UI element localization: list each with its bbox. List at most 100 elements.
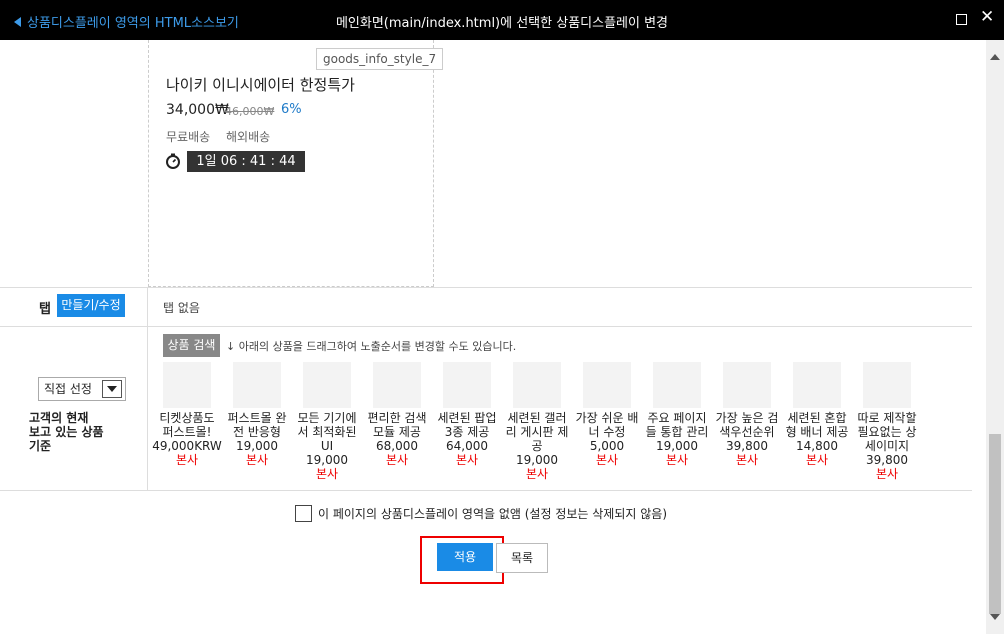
product-item[interactable]: 가장 높은 검 색우선순위 39,800 본사 <box>712 362 782 467</box>
product-name-line: 리 게시판 제 <box>505 425 569 439</box>
product-item[interactable]: 편리한 검색 모듈 제공 68,000 본사 <box>362 362 432 467</box>
product-price: 49,000KRW <box>152 439 222 453</box>
product-thumbnail <box>373 362 421 408</box>
product-name-line: 들 통합 관리 <box>645 425 709 439</box>
product-name-line: 필요없는 상 <box>857 425 917 439</box>
remove-display-option[interactable]: 이 페이지의 상품디스플레이 영역을 없앰 (설정 정보는 삭제되지 않음) <box>295 505 667 522</box>
remove-display-label: 이 페이지의 상품디스플레이 영역을 없앰 (설정 정보는 삭제되지 않음) <box>318 507 668 521</box>
product-price: 19,000 <box>656 439 698 453</box>
divider <box>0 287 972 288</box>
chevron-down-icon <box>102 380 122 398</box>
vertical-scrollbar[interactable] <box>986 40 1004 634</box>
product-search-button[interactable]: 상품 검색 <box>163 334 220 357</box>
preview-discount: 6% <box>281 102 302 117</box>
stopwatch-icon <box>166 153 180 169</box>
product-thumbnail <box>723 362 771 408</box>
product-price: 64,000 <box>446 439 488 453</box>
close-icon[interactable]: ✕ <box>980 9 994 26</box>
product-name-line: 퍼스트몰! <box>162 425 212 439</box>
product-name-line: 서 최적화된 <box>297 425 357 439</box>
divider <box>0 490 972 491</box>
product-name-line: 가장 쉬운 배 <box>575 411 639 425</box>
product-price: 39,800 <box>866 453 908 467</box>
product-price: 14,800 <box>796 439 838 453</box>
product-price: 19,000 <box>306 453 348 467</box>
list-button[interactable]: 목록 <box>496 543 548 573</box>
dropdown-value: 직접 선정 <box>44 382 92 396</box>
remove-display-checkbox[interactable] <box>295 505 312 522</box>
product-name-line: 편리한 검색 <box>367 411 427 425</box>
window-titlebar: 상품디스플레이 영역의 HTML소스보기 메인화면(main/index.htm… <box>0 0 1004 40</box>
product-name-line: 세련된 혼합 <box>787 411 847 425</box>
product-selection-dropdown[interactable]: 직접 선정 <box>38 377 126 401</box>
window-title: 메인화면(main/index.html)에 선택한 상품디스플레이 변경 <box>335 16 669 31</box>
product-thumbnail <box>233 362 281 408</box>
product-seller: 본사 <box>805 453 829 467</box>
product-item[interactable]: 따로 제작할 필요없는 상 세이미지 39,800 본사 <box>852 362 922 481</box>
preview-free-shipping: 무료배송 <box>166 130 211 144</box>
product-item[interactable]: 퍼스트몰 완전 반응형 19,000 본사 <box>222 362 292 467</box>
preview-original-price: 46,000₩ <box>225 105 275 118</box>
product-seller: 본사 <box>735 453 759 467</box>
divider <box>147 326 148 490</box>
dialog-content: goods_info_style_7 나이키 이니시에이터 한정특가 34,00… <box>0 40 986 634</box>
product-name-line: 티켓상품도 <box>159 411 215 425</box>
preview-product-name: 나이키 이니시에이터 한정특가 <box>166 76 355 94</box>
preview-overseas-shipping: 해외배송 <box>226 130 271 144</box>
product-seller: 본사 <box>385 453 409 467</box>
product-item[interactable]: 모든 기기에 서 최적화된 UI 19,000 본사 <box>292 362 362 481</box>
product-name-line: 형 배너 제공 <box>785 425 849 439</box>
product-thumbnail <box>303 362 351 408</box>
product-name-line: 따로 제작할 <box>857 411 917 425</box>
product-name-line: 퍼스트몰 완 <box>227 411 287 425</box>
product-name-line: 가장 높은 검 <box>715 411 779 425</box>
product-seller: 본사 <box>315 467 339 481</box>
criteria-line: 고객의 현재 <box>29 411 89 425</box>
product-name-line: 3종 제공 <box>444 425 490 439</box>
criteria-line: 보고 있는 상품 <box>29 425 104 439</box>
product-seller: 본사 <box>595 453 619 467</box>
product-name-line: 모듈 제공 <box>373 425 421 439</box>
maximize-icon[interactable] <box>956 14 967 25</box>
product-name-line: UI <box>320 439 334 453</box>
product-price: 19,000 <box>236 439 278 453</box>
product-thumbnail <box>653 362 701 408</box>
scroll-down-icon[interactable] <box>990 614 1000 620</box>
product-thumbnail <box>513 362 561 408</box>
product-seller: 본사 <box>525 467 549 481</box>
product-thumbnail <box>863 362 911 408</box>
countdown-timer: 1일 06 : 41 : 44 <box>187 151 305 172</box>
style-name-label: goods_info_style_7 <box>316 48 444 70</box>
product-seller: 본사 <box>175 453 199 467</box>
divider <box>147 287 148 326</box>
product-item[interactable]: 가장 쉬운 배너 수정 5,000 본사 <box>572 362 642 467</box>
apply-button[interactable]: 적용 <box>437 543 493 571</box>
product-item[interactable]: 세련된 갤러 리 게시판 제 공 19,000 본사 <box>502 362 572 481</box>
product-name-line: 너 수정 <box>588 425 626 439</box>
product-name-line: 공 <box>531 439 543 453</box>
preview-price: 34,000₩ <box>166 102 229 118</box>
scroll-up-icon[interactable] <box>990 54 1000 60</box>
criteria-line: 기준 <box>29 439 52 453</box>
tab-create-edit-button[interactable]: 만들기/수정 <box>57 294 125 317</box>
product-item[interactable]: 세련된 혼합 형 배너 제공 14,800 본사 <box>782 362 852 467</box>
product-name-line: 주요 페이지 <box>647 411 707 425</box>
scroll-thumb[interactable] <box>989 434 1001 614</box>
product-name-line: 전 반응형 <box>233 425 281 439</box>
product-item[interactable]: 티켓상품도 퍼스트몰! 49,000KRW 본사 <box>152 362 222 467</box>
product-item[interactable]: 주요 페이지 들 통합 관리 19,000 본사 <box>642 362 712 467</box>
product-thumbnail <box>583 362 631 408</box>
product-name-line: 색우선순위 <box>719 425 775 439</box>
product-thumbnail <box>443 362 491 408</box>
product-name-line: 세련된 팝업 <box>437 411 497 425</box>
tab-row-label: 탭 <box>39 302 51 317</box>
product-seller: 본사 <box>455 453 479 467</box>
product-thumbnail <box>163 362 211 408</box>
product-seller: 본사 <box>245 453 269 467</box>
product-seller: 본사 <box>875 467 899 481</box>
product-price: 5,000 <box>589 439 625 453</box>
product-price: 19,000 <box>516 453 558 467</box>
selection-criteria-label: 고객의 현재 보고 있는 상품 기준 <box>29 411 144 453</box>
product-name-line: 세련된 갤러 <box>507 411 567 425</box>
product-item[interactable]: 세련된 팝업 3종 제공 64,000 본사 <box>432 362 502 467</box>
